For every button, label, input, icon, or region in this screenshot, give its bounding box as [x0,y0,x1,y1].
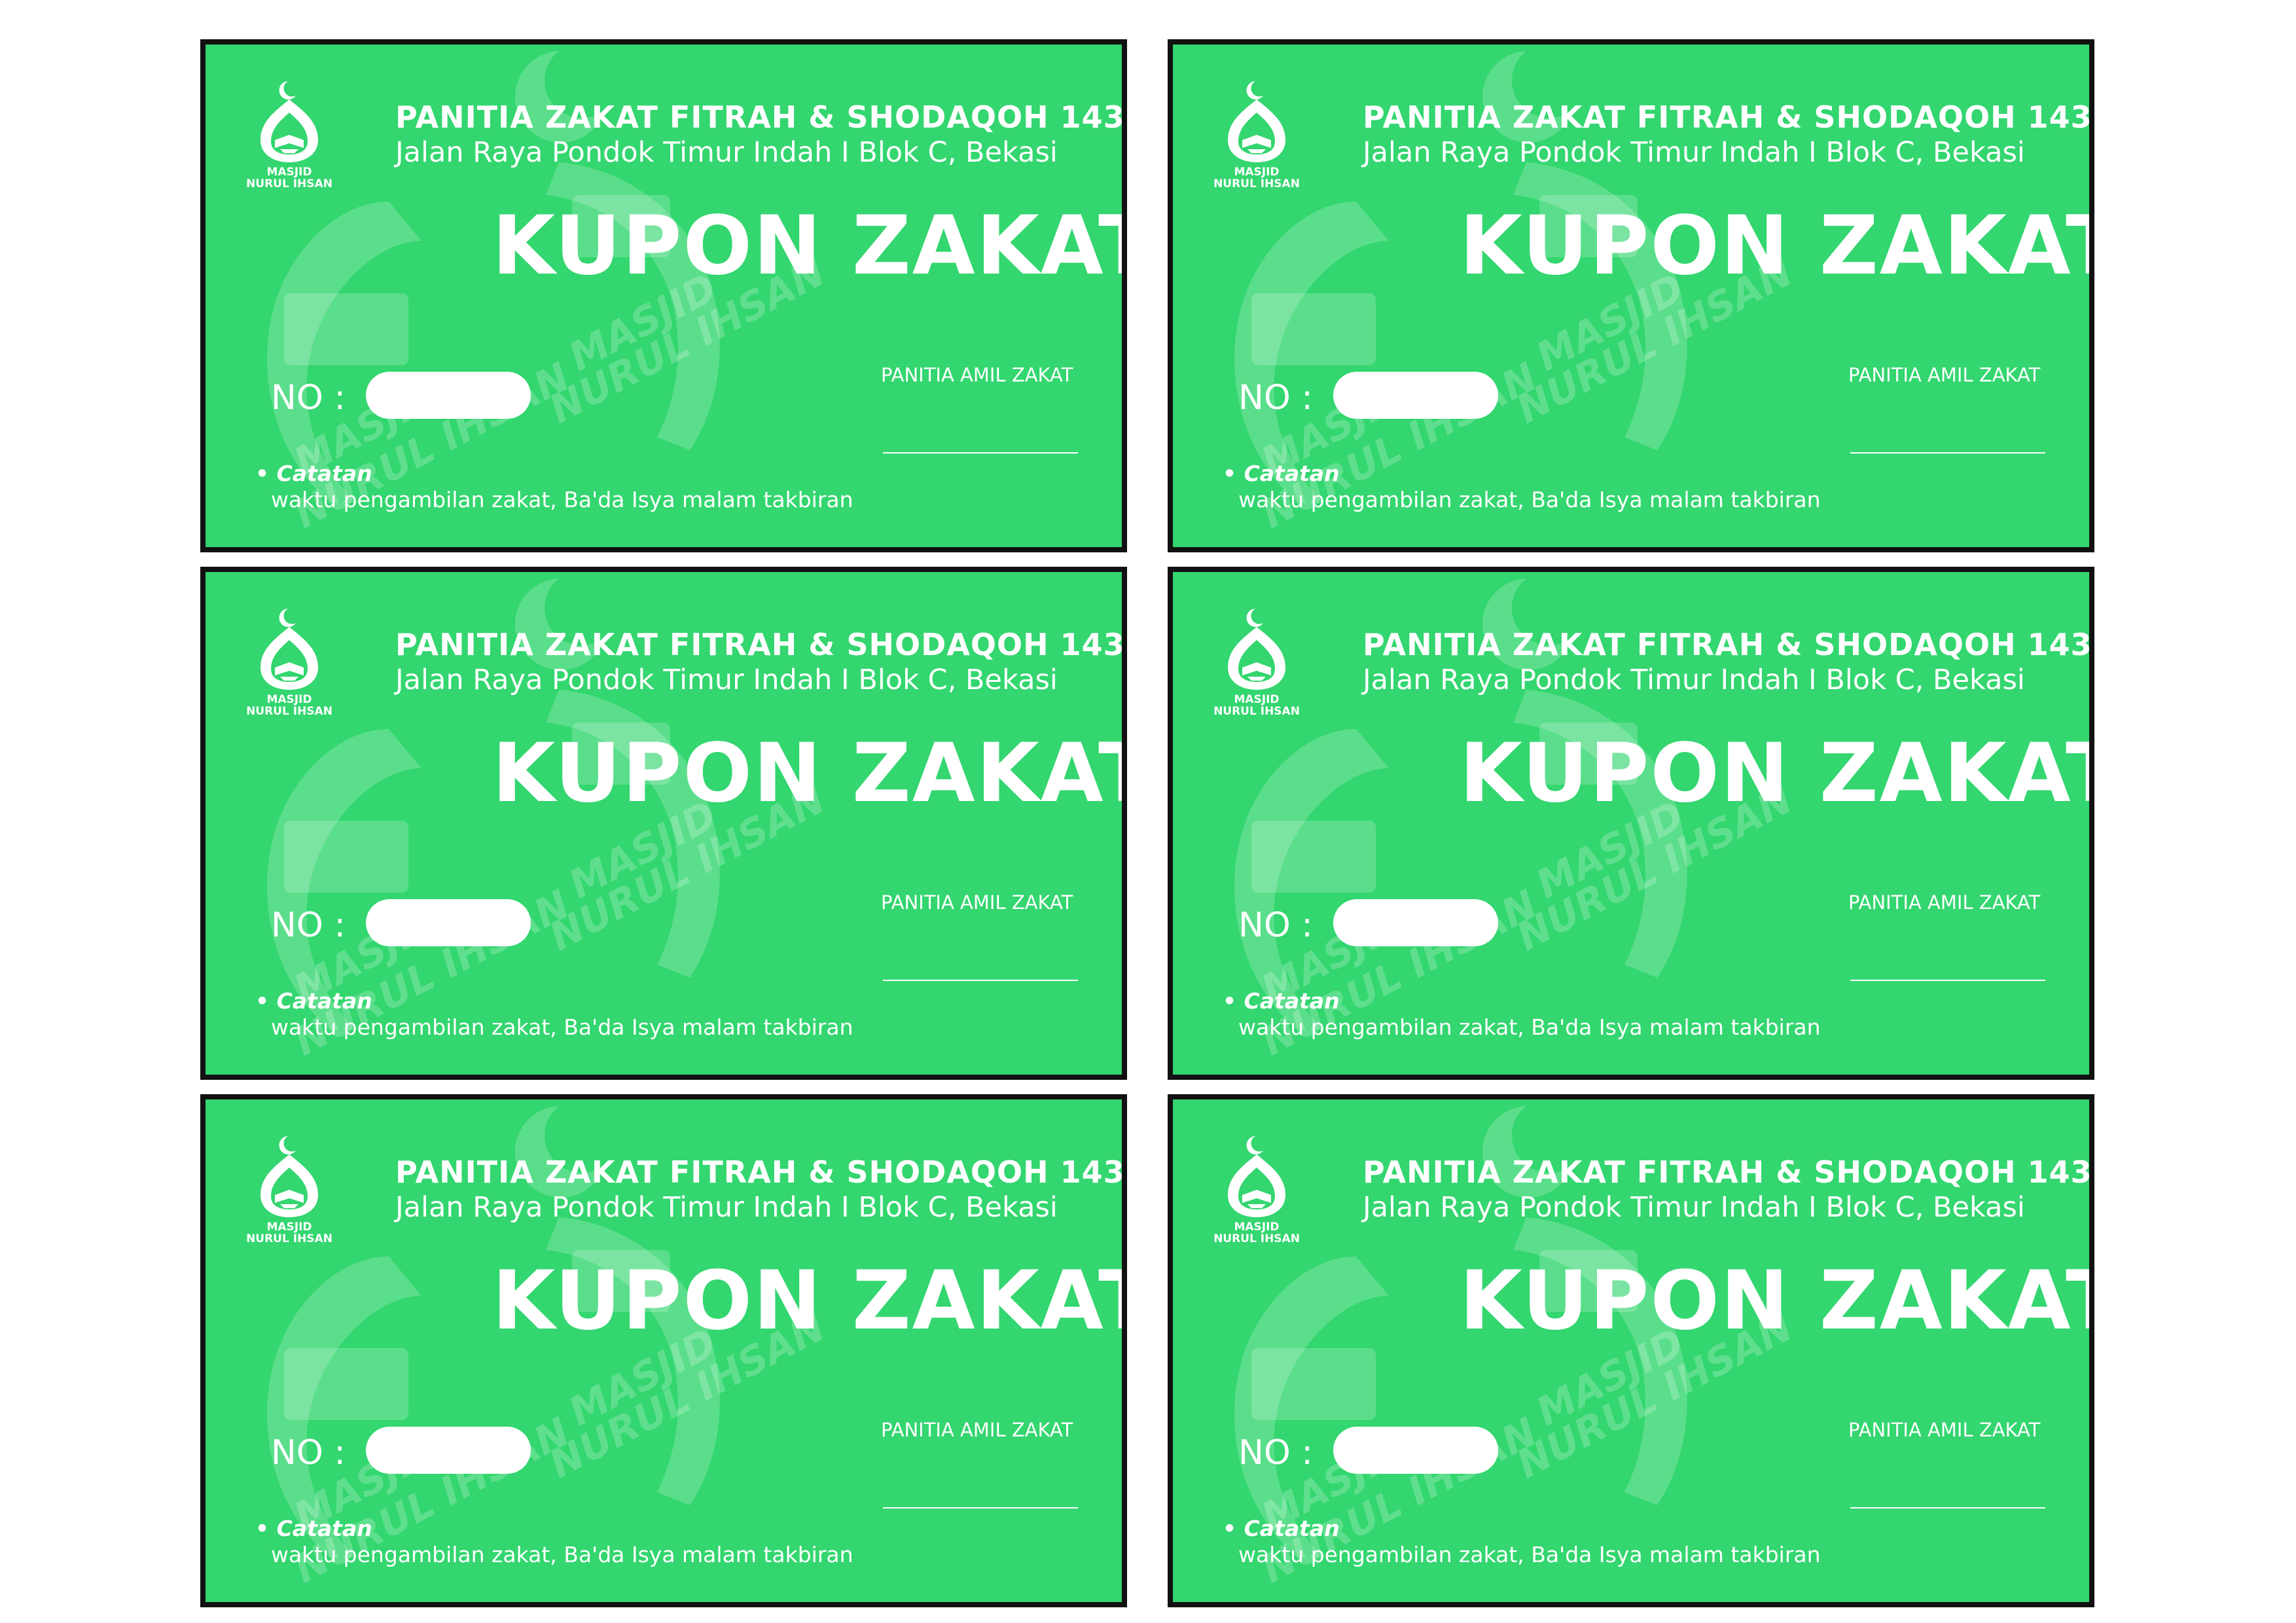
note-text: waktu pengambilan zakat, Ba'da Isya mala… [1238,487,1821,512]
masjid-nurul-ihsan-logo: MASJID NURUL IHSAN [246,81,332,190]
masjid-nurul-ihsan-logo: MASJID NURUL IHSAN [246,1136,332,1245]
logo-text-nurul-ihsan: NURUL IHSAN [1213,705,1300,717]
organizer-address: Jalan Raya Pondok Timur Indah I Blok C, … [1363,1191,2025,1224]
amil-committee-label: PANITIA AMIL ZAKAT [1848,891,2041,914]
number-field[interactable] [366,1427,531,1474]
number-field[interactable] [366,372,531,419]
number-label: NO : [1238,378,1313,418]
number-field[interactable] [1333,1427,1498,1474]
masjid-nurul-ihsan-logo: MASJID NURUL IHSAN [246,609,332,717]
zakat-coupon: MASJID NURUL IHSAN NURUL IHSAN MASJID MA… [200,567,1127,1080]
organizer-address: Jalan Raya Pondok Timur Indah I Blok C, … [395,664,1058,696]
amil-committee-label: PANITIA AMIL ZAKAT [881,1419,1073,1441]
logo-text-masjid: MASJID [266,166,312,179]
organizer-address: Jalan Raya Pondok Timur Indah I Blok C, … [1363,664,2025,696]
signature-line [883,452,1078,454]
organizer-title: PANITIA ZAKAT FITRAH & SHODAQOH 1439H [1363,627,2094,662]
logo-text-nurul-ihsan: NURUL IHSAN [246,705,332,717]
logo-text-nurul-ihsan: NURUL IHSAN [1213,1232,1300,1245]
masjid-nurul-ihsan-logo: MASJID NURUL IHSAN [1213,609,1300,717]
note-text: waktu pengambilan zakat, Ba'da Isya mala… [1238,1014,1821,1040]
number-label: NO : [1238,906,1313,945]
organizer-address: Jalan Raya Pondok Timur Indah I Blok C, … [395,136,1058,169]
number-label: NO : [271,906,346,945]
zakat-coupon: MASJID NURUL IHSAN NURUL IHSAN MASJID MA… [200,39,1127,552]
amil-committee-label: PANITIA AMIL ZAKAT [1848,364,2041,386]
logo-text-nurul-ihsan: NURUL IHSAN [1213,177,1300,190]
number-field[interactable] [1333,372,1498,419]
note-title: • Catatan [255,988,372,1014]
signature-line [1850,452,2045,454]
coupon-title: KUPON ZAKAT [492,199,1127,293]
signature-line [883,1507,1078,1508]
organizer-title: PANITIA ZAKAT FITRAH & SHODAQOH 1439H [395,1154,1127,1190]
note-text: waktu pengambilan zakat, Ba'da Isya mala… [271,1014,853,1040]
note-title: • Catatan [255,1516,372,1541]
organizer-address: Jalan Raya Pondok Timur Indah I Blok C, … [1363,136,2025,169]
coupon-title: KUPON ZAKAT [492,1254,1127,1348]
logo-text-nurul-ihsan: NURUL IHSAN [246,1232,332,1245]
organizer-title: PANITIA ZAKAT FITRAH & SHODAQOH 1439H [395,627,1127,662]
organizer-title: PANITIA ZAKAT FITRAH & SHODAQOH 1439H [395,99,1127,135]
number-label: NO : [271,1433,346,1472]
coupon-title: KUPON ZAKAT [1460,199,2094,293]
signature-line [1850,1507,2045,1508]
logo-text-masjid: MASJID [1234,1221,1279,1234]
note-title: • Catatan [1223,988,1340,1014]
signature-line [883,980,1078,981]
note-text: waktu pengambilan zakat, Ba'da Isya mala… [271,487,853,512]
masjid-nurul-ihsan-logo: MASJID NURUL IHSAN [1213,1136,1300,1245]
note-title: • Catatan [1223,1516,1340,1541]
zakat-coupon: MASJID NURUL IHSAN NURUL IHSAN MASJID MA… [200,1094,1127,1607]
coupon-sheet: MASJID NURUL IHSAN NURUL IHSAN MASJID MA… [0,0,2296,1623]
note-text: waktu pengambilan zakat, Ba'da Isya mala… [271,1542,853,1567]
signature-line [1850,980,2045,981]
coupon-title: KUPON ZAKAT [1460,1254,2094,1348]
organizer-address: Jalan Raya Pondok Timur Indah I Blok C, … [395,1191,1058,1224]
logo-text-nurul-ihsan: NURUL IHSAN [246,177,332,190]
zakat-coupon: MASJID NURUL IHSAN NURUL IHSAN MASJID MA… [1168,39,2094,552]
organizer-title: PANITIA ZAKAT FITRAH & SHODAQOH 1439H [1363,1154,2094,1190]
note-title: • Catatan [255,461,372,486]
organizer-title: PANITIA ZAKAT FITRAH & SHODAQOH 1439H [1363,99,2094,135]
amil-committee-label: PANITIA AMIL ZAKAT [1848,1419,2041,1441]
note-text: waktu pengambilan zakat, Ba'da Isya mala… [1238,1542,1821,1567]
zakat-coupon: MASJID NURUL IHSAN NURUL IHSAN MASJID MA… [1168,1094,2094,1607]
logo-text-masjid: MASJID [1234,693,1279,706]
logo-text-masjid: MASJID [266,693,312,706]
zakat-coupon: MASJID NURUL IHSAN NURUL IHSAN MASJID MA… [1168,567,2094,1080]
coupon-title: KUPON ZAKAT [1460,726,2094,821]
note-title: • Catatan [1223,461,1340,486]
logo-text-masjid: MASJID [266,1221,312,1234]
logo-text-masjid: MASJID [1234,166,1279,179]
number-label: NO : [271,378,346,418]
number-label: NO : [1238,1433,1313,1472]
number-field[interactable] [1333,899,1498,946]
coupon-title: KUPON ZAKAT [492,726,1127,821]
number-field[interactable] [366,899,531,946]
amil-committee-label: PANITIA AMIL ZAKAT [881,891,1073,914]
masjid-nurul-ihsan-logo: MASJID NURUL IHSAN [1213,81,1300,190]
amil-committee-label: PANITIA AMIL ZAKAT [881,364,1073,386]
